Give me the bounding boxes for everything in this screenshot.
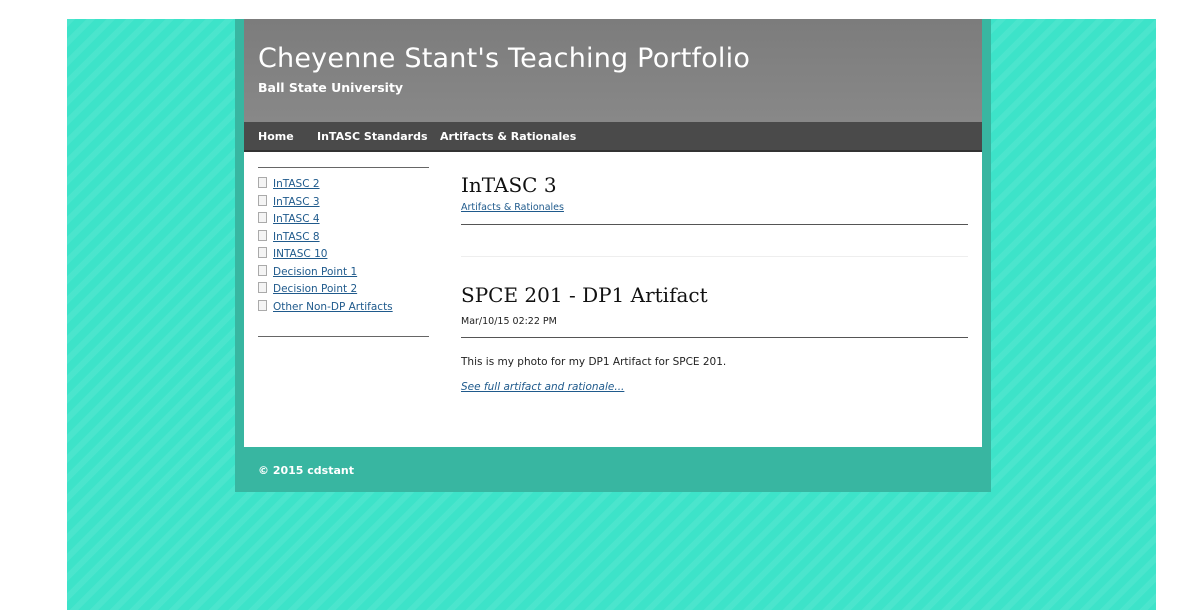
sidebar-page-list: InTASC 2 InTASC 3 InTASC 4 InTASC 8 INTA… <box>258 177 393 317</box>
page-icon <box>258 264 267 276</box>
post-separator <box>461 256 968 257</box>
sidebar-item-decision-point-2[interactable]: Decision Point 2 <box>258 282 393 300</box>
sidebar-item-intasc-2[interactable]: InTASC 2 <box>258 177 393 195</box>
content-area: InTASC 2 InTASC 3 InTASC 4 InTASC 8 INTA… <box>244 152 982 447</box>
sidebar-item-intasc-3[interactable]: InTASC 3 <box>258 194 393 213</box>
page-icon <box>258 282 267 293</box>
footer-copyright: © 2015 cdstant <box>258 464 354 477</box>
sidebar-bottom-divider <box>258 336 429 337</box>
page-title: InTASC 3 <box>461 173 557 197</box>
nav-item-home[interactable]: Home <box>258 130 294 143</box>
sidebar-item-label[interactable]: Other Non-DP Artifacts <box>273 301 393 313</box>
post-body: This is my photo for my DP1 Artifact for… <box>461 356 727 368</box>
page-icon <box>258 212 267 223</box>
page-icon <box>258 194 267 206</box>
main-nav: Home InTASC Standards Artifacts & Ration… <box>244 122 982 152</box>
site-header: Cheyenne Stant's Teaching Portfolio Ball… <box>244 19 982 122</box>
breadcrumb-link[interactable]: Artifacts & Rationales <box>461 202 564 213</box>
sidebar-item-label[interactable]: Decision Point 1 <box>273 266 357 278</box>
sidebar-item-decision-point-1[interactable]: Decision Point 1 <box>258 264 393 283</box>
post-divider <box>461 337 968 338</box>
post-title[interactable]: SPCE 201 - DP1 Artifact <box>461 283 708 307</box>
sidebar-item-label[interactable]: Decision Point 2 <box>273 283 357 295</box>
sidebar-item-intasc-4[interactable]: InTASC 4 <box>258 212 393 230</box>
page-icon <box>258 299 267 311</box>
nav-item-artifacts-rationales[interactable]: Artifacts & Rationales <box>440 130 576 143</box>
page-icon <box>258 247 267 258</box>
page-icon <box>258 229 267 241</box>
sidebar-item-intasc-8[interactable]: InTASC 8 <box>258 229 393 248</box>
page-icon <box>258 177 267 188</box>
sidebar-item-label[interactable]: InTASC 4 <box>273 213 320 225</box>
sidebar-item-label[interactable]: InTASC 2 <box>273 178 320 190</box>
post-date: Mar/10/15 02:22 PM <box>461 316 557 327</box>
sidebar-top-divider <box>258 167 429 168</box>
site-title[interactable]: Cheyenne Stant's Teaching Portfolio <box>258 43 750 74</box>
sidebar-item-other-non-dp-artifacts[interactable]: Other Non-DP Artifacts <box>258 299 393 318</box>
sidebar-item-label[interactable]: InTASC 8 <box>273 231 320 243</box>
sidebar-item-label[interactable]: INTASC 10 <box>273 248 327 260</box>
see-full-artifact-link[interactable]: See full artifact and rationale... <box>461 381 624 393</box>
site-wrapper: Cheyenne Stant's Teaching Portfolio Ball… <box>235 19 991 492</box>
sidebar-item-intasc-10[interactable]: INTASC 10 <box>258 247 393 265</box>
site-subtitle: Ball State University <box>258 80 404 95</box>
sidebar-item-label[interactable]: InTASC 3 <box>273 196 320 208</box>
nav-item-intasc-standards[interactable]: InTASC Standards <box>317 130 428 143</box>
title-divider <box>461 224 968 225</box>
